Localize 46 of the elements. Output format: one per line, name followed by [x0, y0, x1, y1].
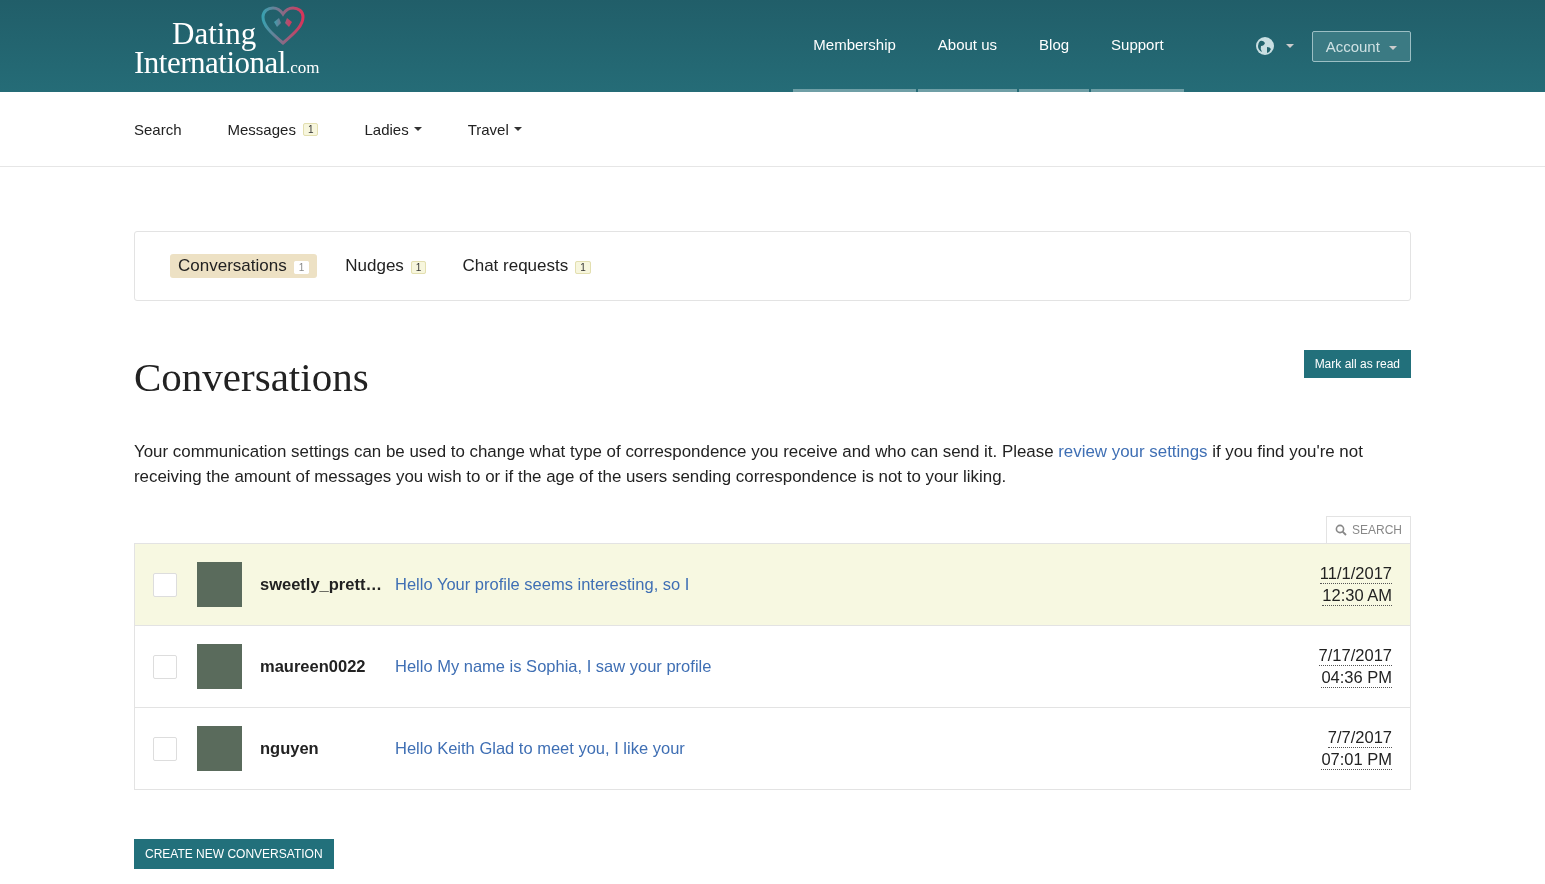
settings-notice: Your communication settings can be used to change what type of correspondence you receive and who can send it. Please review your settings if you find you're not receiving the amount of messages you wish to or if the age of the users sending correspondence is not to your liking.	[134, 441, 1364, 488]
conversation-row[interactable]: sweetly_prett… Hello Your profile seems interesting, so I 11/1/2017 12:30 AM	[135, 544, 1410, 625]
heart-logo-icon	[260, 6, 307, 47]
nav-link[interactable]: Blog	[1019, 0, 1090, 92]
message-date: 7/17/2017	[1318, 645, 1392, 666]
conversation-row[interactable]: maureen0022 Hello My name is Sophia, I saw your profile 7/17/2017 04:36 PM	[135, 625, 1410, 707]
menu-link[interactable]: Messages 1	[227, 120, 319, 138]
message-time: 12:30 AM	[1322, 585, 1392, 606]
nav-link[interactable]: About us	[917, 0, 1018, 92]
nav-link[interactable]: Support	[1091, 0, 1184, 92]
language-selector[interactable]	[1254, 36, 1294, 56]
username[interactable]: nguyen	[260, 739, 395, 758]
menu-link[interactable]: Travel	[467, 120, 522, 138]
create-conversation-button[interactable]: CREATE NEW CONVERSATION	[134, 839, 334, 869]
message-time: 04:36 PM	[1321, 667, 1392, 688]
page-title: Conversations	[134, 353, 369, 401]
settings-link[interactable]: review your settings	[1058, 442, 1208, 461]
message-preview-link[interactable]: Hello My name is Sophia, I saw your profile	[395, 657, 712, 676]
logo-text[interactable]: Dating	[134, 18, 257, 49]
username[interactable]: maureen0022	[260, 657, 395, 676]
mark-all-read-button[interactable]: Mark all as read	[1303, 350, 1411, 378]
message-date: 7/7/2017	[1327, 727, 1392, 748]
search-button[interactable]: SEARCH	[1326, 516, 1411, 543]
conversation-row[interactable]: nguyen Hello Keith Glad to meet you, I like your 7/7/2017 07:01 PM	[135, 707, 1410, 789]
menu-link[interactable]: Search	[134, 120, 182, 138]
search-icon	[1335, 524, 1347, 536]
tab[interactable]: Chat requests 1	[454, 254, 599, 278]
logo-domain[interactable]: .com	[285, 60, 320, 77]
caret-icon	[1285, 44, 1294, 48]
checkbox[interactable]	[153, 572, 177, 597]
username[interactable]: sweetly_prett…	[260, 575, 395, 594]
photo-placeholder[interactable]	[197, 644, 242, 689]
message-date: 11/1/2017	[1319, 563, 1392, 584]
checkbox[interactable]	[153, 654, 177, 679]
menu-link[interactable]: Ladies	[364, 120, 422, 138]
tab[interactable]: Conversations 1	[170, 254, 318, 278]
globe-icon	[1254, 36, 1275, 56]
photo-placeholder[interactable]	[197, 562, 242, 607]
photo-placeholder[interactable]	[197, 726, 242, 771]
message-preview-link[interactable]: Hello Keith Glad to meet you, I like your	[395, 739, 685, 758]
account-button[interactable]: Account	[1311, 30, 1411, 62]
message-time: 07:01 PM	[1321, 749, 1392, 770]
nav-link[interactable]: Membership	[793, 0, 916, 92]
message-preview-link[interactable]: Hello Your profile seems interesting, so I	[395, 575, 690, 594]
tab[interactable]: Nudges 1	[337, 254, 435, 278]
checkbox[interactable]	[153, 736, 177, 761]
